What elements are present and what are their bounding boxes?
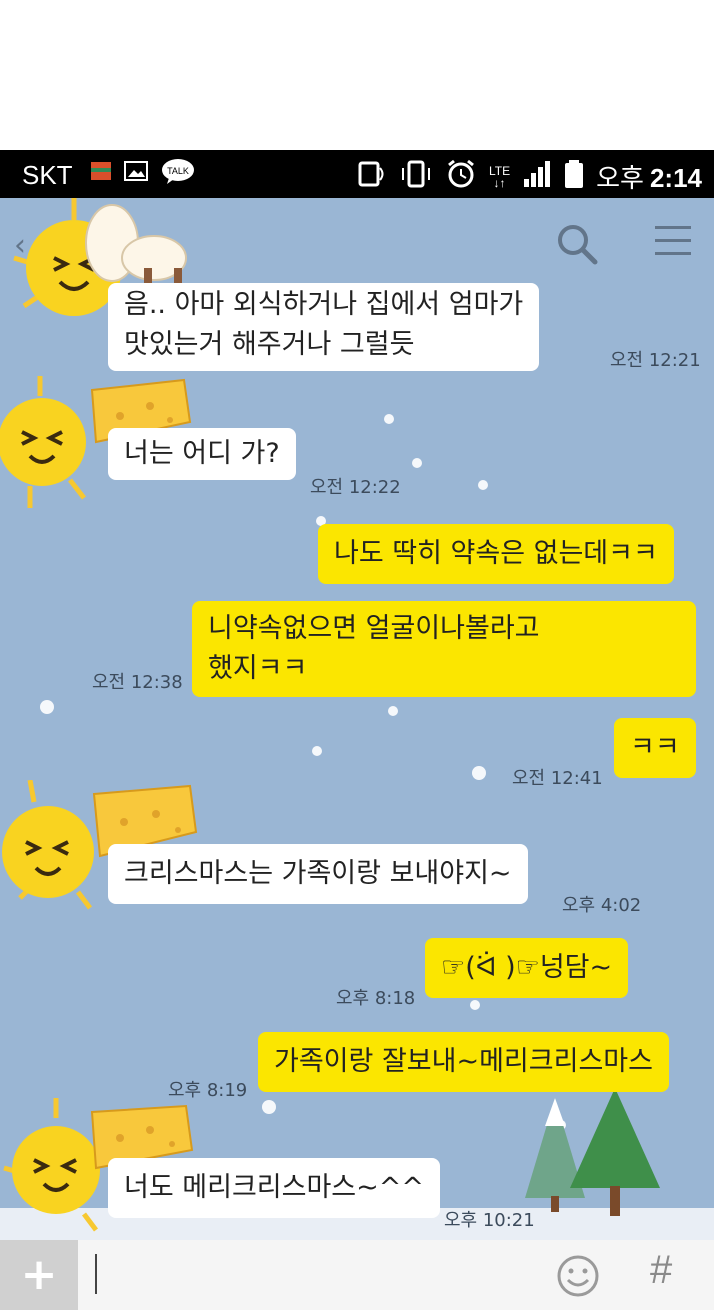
- message-text-line: ㅋㅋ: [630, 732, 680, 763]
- nfc-icon: [357, 159, 387, 194]
- message-time: 오전 12:21: [610, 350, 701, 371]
- svg-text:TALK: TALK: [167, 166, 189, 176]
- snowflake: [478, 480, 488, 490]
- message-time: 오전 12:41: [512, 768, 603, 789]
- hash-icon[interactable]: #: [650, 1248, 672, 1293]
- message-text-line: 너는 어디 가?: [124, 438, 280, 469]
- network-label: LTE: [488, 163, 511, 178]
- message-time: 오전 12:22: [310, 477, 401, 498]
- signal-icon: [522, 159, 552, 194]
- message-bubble-received[interactable]: 음.. 아마 외식하거나 집에서 엄마가 맛있는거 해주거나 그럴듯: [108, 283, 540, 371]
- chat-area[interactable]: ‹ 음.. 아마 외식하거나 집에서 엄마가 맛있는거 해주거나 그럴듯 오전 …: [0, 198, 714, 1240]
- message-text-line: 니약속없으면 얼굴이나볼라고: [208, 613, 540, 644]
- message-bubble-sent[interactable]: 나도 딱히 약속은 없는데ㅋㅋ: [318, 524, 674, 584]
- search-icon[interactable]: [555, 222, 599, 270]
- lte-icon: LTE ↓↑: [488, 163, 511, 190]
- message-bubble-sent[interactable]: 가족이랑 잘보내~메리크리스마스: [258, 1032, 669, 1092]
- message-bubble-received[interactable]: 너는 어디 가?: [108, 428, 296, 480]
- text-cursor: [95, 1254, 97, 1294]
- message-time: 오전 12:38: [92, 672, 183, 693]
- message-bubble-received[interactable]: 크리스마스는 가족이랑 보내야지~: [108, 844, 528, 904]
- message-text-line: 맛있는거 해주거나 그럴듯: [124, 329, 415, 360]
- message-bubble-sent[interactable]: ☞(ᐛ )☞넝담~: [425, 938, 629, 998]
- message-bubble-sent[interactable]: ㅋㅋ: [614, 718, 696, 778]
- carrier-label: SKT: [22, 160, 73, 190]
- snowflake: [262, 1100, 276, 1114]
- message-bubble-received[interactable]: 너도 메리크리스마스~^^: [108, 1158, 441, 1218]
- message-text-line: 너도 메리크리스마스~^^: [124, 1172, 425, 1203]
- clock-time: 2:14: [649, 163, 702, 193]
- snowflake: [470, 1000, 480, 1010]
- message-text-line: 음.. 아마 외식하거나 집에서 엄마가: [124, 289, 524, 320]
- vibrate-icon: [399, 159, 433, 194]
- message-time: 오후 8:19: [168, 1080, 248, 1101]
- message-bubble-sent[interactable]: 니약속없으면 얼굴이나볼라고 했지ㅋㅋ: [192, 601, 696, 697]
- image-icon: [124, 160, 149, 187]
- message-text-line: ☞(ᐛ )☞넝담~: [441, 952, 613, 983]
- snowflake: [40, 700, 54, 714]
- message-input[interactable]: [92, 1252, 536, 1300]
- alarm-icon: [445, 158, 477, 195]
- phone-screen: SKT TALK LTE ↓↑ 오후 2:14 ‹ 음.. 아마 외식하거나 집…: [0, 150, 714, 1310]
- snowflake: [472, 766, 486, 780]
- message-time: 오후 10:21: [444, 1210, 535, 1231]
- notification-icons: TALK: [90, 158, 203, 189]
- attach-button[interactable]: +: [0, 1240, 78, 1310]
- message-input-bar: + #: [0, 1240, 714, 1310]
- notification-icon: [90, 160, 112, 187]
- message-time: 오후 8:18: [336, 988, 416, 1009]
- message-text-line: 나도 딱히 약속은 없는데ㅋㅋ: [334, 538, 658, 569]
- clock: 오후 2:14: [596, 158, 702, 195]
- snowflake: [384, 414, 394, 424]
- message-time: 오후 4:02: [562, 895, 642, 916]
- talk-icon: TALK: [161, 158, 195, 189]
- battery-icon: [564, 159, 584, 194]
- emoji-icon[interactable]: [556, 1254, 600, 1302]
- status-bar: SKT TALK LTE ↓↑ 오후 2:14: [0, 150, 714, 198]
- message-text-line: 가족이랑 잘보내~메리크리스마스: [274, 1046, 653, 1077]
- plus-icon: +: [20, 1249, 58, 1300]
- message-text-line: 했지ㅋㅋ: [208, 653, 308, 684]
- snowflake: [312, 746, 322, 756]
- snowflake: [388, 706, 398, 716]
- snowflake: [412, 458, 422, 468]
- menu-icon[interactable]: [655, 226, 691, 265]
- status-right: LTE ↓↑ 오후 2:14: [357, 158, 702, 195]
- clock-ampm: 오후: [596, 163, 644, 193]
- message-text-line: 크리스마스는 가족이랑 보내야지~: [124, 858, 512, 889]
